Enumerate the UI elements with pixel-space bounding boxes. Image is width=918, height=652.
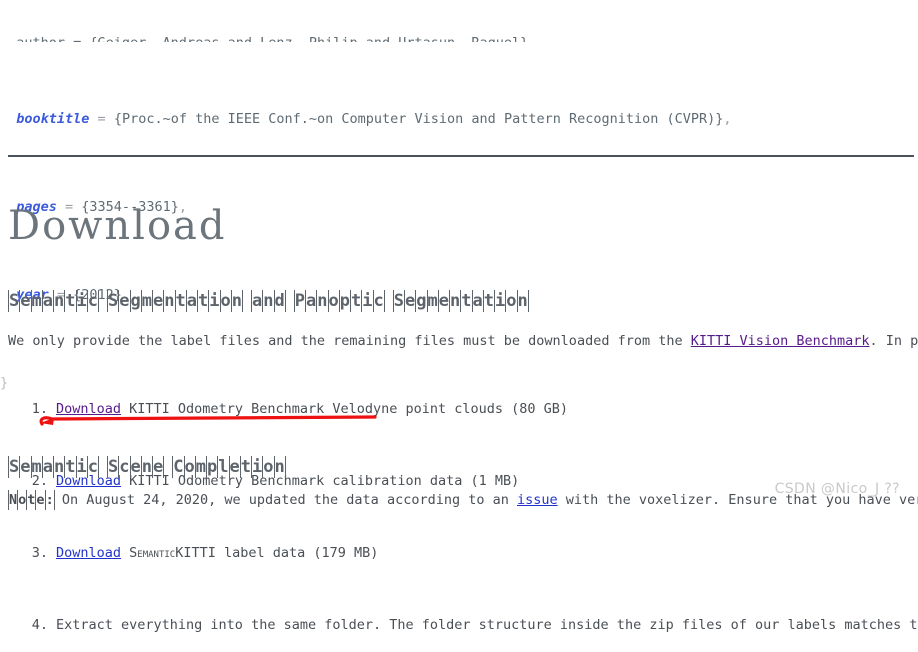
- kitti-vision-benchmark-link[interactable]: KITTI Vision Benchmark: [691, 333, 870, 349]
- list-item-text: label data (179 MB): [215, 545, 379, 561]
- bibtex-clipped-line: author = {Geiger, Andreas and Lenz, Phil…: [0, 32, 918, 42]
- list-item: 1. Download KITTI Odometry Benchmark Velo…: [8, 400, 918, 418]
- bibtex-value-booktitle: {Proc.~of the IEEE Conf.~on Computer Vis…: [113, 111, 724, 127]
- list-item-smallcaps-label: SemanticKITTI: [129, 545, 216, 561]
- page-title-download: Download: [8, 203, 227, 249]
- glitch-glyph: [242, 290, 251, 312]
- download-link-velodyne[interactable]: Download: [56, 401, 121, 417]
- intro-paragraph: We only provide the label files and the …: [8, 331, 918, 351]
- list-item: 4. Extract everything into the same folde…: [8, 616, 918, 634]
- glitch-glyph: [285, 290, 294, 312]
- bibtex-clipped-text: author = {Geiger, Andreas and Lenz, Phil…: [0, 35, 536, 42]
- list-item: 3. Download SemanticKITTI label data (179…: [8, 544, 918, 562]
- list-item-text: Extract everything into the same folder.…: [56, 617, 918, 633]
- intro-text-after: . In par: [869, 333, 918, 349]
- glitch-glyph: [98, 290, 107, 312]
- section-divider: [8, 155, 914, 157]
- download-link-semantickitti-labels[interactable]: Download: [56, 545, 121, 561]
- intro-text-before: We only provide the label files and the …: [8, 333, 691, 349]
- glitch-glyph: [384, 290, 393, 312]
- list-item-number: 4.: [31, 617, 48, 633]
- glitch-glyph: [163, 456, 172, 478]
- list-item-number: 3.: [31, 545, 48, 561]
- bibtex-closing-brace: }: [0, 375, 9, 391]
- heading-semantic-scene-completion: Semantic Scene Completion: [8, 456, 286, 478]
- glitch-glyph: n: [516, 290, 529, 312]
- bibtex-key-booktitle: booktitle: [16, 111, 90, 127]
- list-item-number: 1.: [31, 401, 48, 417]
- glitch-glyph: n: [273, 456, 286, 478]
- list-item-text: KITTI Odometry Benchmark Velodyne point …: [121, 401, 569, 417]
- bibtex-eq-booktitle: =: [89, 111, 114, 127]
- glitch-glyph: [98, 456, 107, 478]
- heading-semantic-segmentation: Semantic Segmentation and Panoptic Segme…: [8, 290, 529, 312]
- csdn-watermark: CSDN @Nico_J ??: [774, 481, 900, 497]
- bibtex-line-booktitle: booktitle = {Proc.~of the IEEE Conf.~on …: [0, 108, 918, 130]
- bibtex-comma-booktitle: ,: [723, 111, 732, 127]
